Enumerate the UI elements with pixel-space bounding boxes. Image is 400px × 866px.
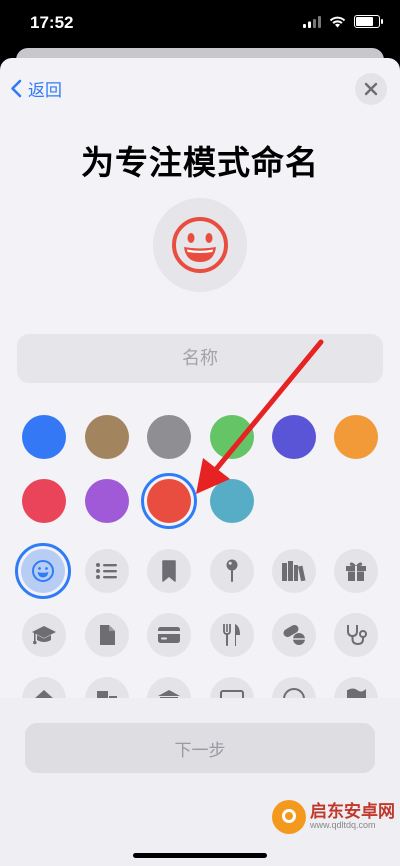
watermark: 启东安卓网 www.qdltdq.com	[272, 800, 395, 834]
watermark-text: 启东安卓网 www.qdltdq.com	[310, 803, 395, 832]
watermark-name: 启东安卓网	[310, 801, 395, 822]
watermark-logo-icon	[272, 800, 306, 834]
annotation-arrow	[196, 339, 324, 494]
watermark-url: www.qdltdq.com	[310, 820, 376, 831]
